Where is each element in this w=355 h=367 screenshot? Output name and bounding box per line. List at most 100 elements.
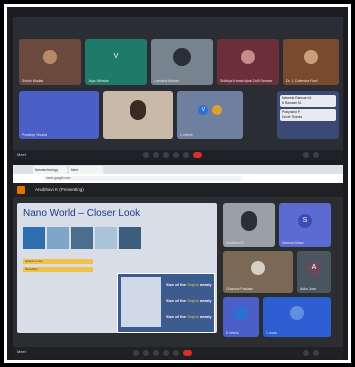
chat-text: 6 Ramzan M.: [282, 100, 302, 105]
address-bar: meet.google.com: [13, 174, 343, 183]
captions-button[interactable]: [163, 152, 169, 158]
browser-tab[interactable]: Meet: [69, 166, 103, 174]
meeting-label: Meet: [17, 152, 26, 157]
slide-note: Nanofiber: [23, 267, 93, 272]
meeting-control-bar: Meet: [13, 150, 343, 160]
mic-button[interactable]: [143, 152, 149, 158]
slide-image: [95, 227, 117, 249]
avatar: [173, 48, 191, 67]
more-options-button[interactable]: [183, 152, 189, 158]
present-button[interactable]: [173, 152, 179, 158]
popup-text: Size of the: [166, 314, 187, 319]
slide-image: [47, 227, 69, 249]
chat-sender: Pratyusha P.: [282, 110, 301, 114]
participant-name: 1 more: [266, 331, 277, 335]
avatar: [290, 306, 304, 320]
popup-text: nearly: [199, 298, 212, 303]
slide-image: [119, 227, 141, 249]
avatar: S: [298, 213, 312, 228]
participant-name: 6 others: [226, 331, 239, 335]
participant-tile[interactable]: Dr. J. Dulendra Rani: [283, 39, 339, 85]
meeting-header: Anubhavi K (Presenting): [13, 183, 343, 197]
avatar: [251, 260, 265, 275]
chat-button[interactable]: [303, 152, 309, 158]
url-field[interactable]: meet.google.com: [43, 176, 243, 181]
avatar: [304, 50, 318, 65]
participant-tile[interactable]: 6 others: [223, 297, 259, 337]
camera-button[interactable]: [143, 350, 149, 356]
slide-title: Nano World – Closer Look: [23, 208, 141, 219]
avatar: [130, 100, 146, 121]
avatar: [241, 210, 257, 231]
participant-video-tile[interactable]: Anubhavi K: [223, 203, 275, 247]
browser-tab[interactable]: Nanotechnology: [33, 166, 67, 174]
avatar: V: [109, 50, 123, 65]
camera-button[interactable]: [153, 152, 159, 158]
chat-button[interactable]: [303, 350, 309, 356]
popup-text: Size of the: [166, 282, 187, 287]
avatar: V: [198, 105, 209, 116]
participant-name: Siddiqui Kamal Iqbal Zulfi Sanwar: [220, 79, 273, 83]
meeting-control-bar: Meet: [13, 347, 343, 359]
participant-video-tile[interactable]: [103, 91, 173, 139]
participant-tile[interactable]: Pradeep Shukla: [19, 91, 99, 139]
popup-highlight: Object: [187, 298, 199, 303]
avatar: [241, 50, 255, 65]
meet-logo-icon: [17, 186, 25, 194]
participant-name: Aldin Jose: [300, 287, 317, 291]
avatar: A: [307, 260, 321, 275]
participant-name: Lancelot Mohan: [154, 79, 179, 83]
participant-name: Jaya Vithalan: [88, 79, 109, 83]
top-monitor: Sohini Modak V Jaya Vithalan Lancelot Mo…: [13, 17, 343, 160]
participant-tile[interactable]: Siddiqui Kamal Iqbal Zulfi Sanwar: [217, 39, 279, 85]
slide-image: [23, 227, 45, 249]
chat-message: Pratyusha P. Uncle Thanks: [280, 109, 336, 121]
thumbnail-grid: [121, 277, 161, 327]
participant-tile[interactable]: S Samuel Alban: [279, 203, 331, 247]
participant-tile[interactable]: V Jaya Vithalan: [85, 39, 147, 85]
participant-name: Anubhavi K: [226, 241, 244, 245]
popup-highlight: Object: [187, 314, 199, 319]
presentation-slide: Nano World – Closer Look Quantum dot Nan…: [17, 203, 217, 333]
captions-button[interactable]: [153, 350, 159, 356]
slide-popup: Size of the Object nearly Size of the Ob…: [117, 273, 215, 333]
leave-call-button[interactable]: [193, 152, 202, 158]
slide-image: [71, 227, 93, 249]
participant-tile[interactable]: 1 more: [263, 297, 331, 337]
avatar: [234, 306, 248, 320]
present-button[interactable]: [163, 350, 169, 356]
popup-text: Size of the: [166, 298, 187, 303]
people-button[interactable]: [313, 152, 319, 158]
slide-note: Quantum dot: [23, 259, 93, 264]
browser-tabs: Nanotechnology Meet: [13, 165, 343, 174]
popup-text: nearly: [199, 282, 212, 287]
chat-message: Nabeela Ramzan M. 6 Ramzan M.: [280, 95, 336, 107]
chat-text: Uncle Thanks: [282, 114, 303, 119]
meeting-stage: Nano World – Closer Look Quantum dot Nan…: [13, 197, 343, 347]
more-options-button[interactable]: [173, 350, 179, 356]
popup-line: Size of the Object nearly: [166, 298, 212, 303]
participant-name: Dr. J. Dulendra Rani: [286, 79, 318, 83]
popup-highlight: Object: [187, 282, 199, 287]
avatar: [211, 105, 222, 116]
participant-tile[interactable]: Chandra Prakash: [223, 251, 293, 293]
participant-tile[interactable]: V 1 others: [177, 91, 243, 139]
chat-sender: Nabeela Ramzan M.: [282, 96, 313, 100]
bottom-monitor: Nanotechnology Meet meet.google.com Anub…: [13, 165, 343, 359]
leave-call-button[interactable]: [183, 350, 192, 356]
popup-text: nearly: [199, 314, 212, 319]
participant-name: Sohini Modak: [22, 79, 44, 83]
avatar: [43, 50, 57, 65]
participant-name: Pradeep Shukla: [22, 133, 47, 137]
participant-tile[interactable]: Sohini Modak: [19, 39, 81, 85]
participant-video-tile[interactable]: Lancelot Mohan: [151, 39, 213, 85]
participant-name: Samuel Alban: [282, 241, 304, 245]
mic-button[interactable]: [133, 350, 139, 356]
participant-tile[interactable]: A Aldin Jose: [297, 251, 331, 293]
meeting-title: Anubhavi K (Presenting): [35, 187, 84, 192]
meeting-label: Meet: [17, 349, 26, 354]
photo-frame: Sohini Modak V Jaya Vithalan Lancelot Mo…: [4, 4, 351, 363]
popup-line: Size of the Object nearly: [166, 314, 212, 319]
participant-name: 1 others: [180, 133, 193, 137]
people-button[interactable]: [313, 350, 319, 356]
